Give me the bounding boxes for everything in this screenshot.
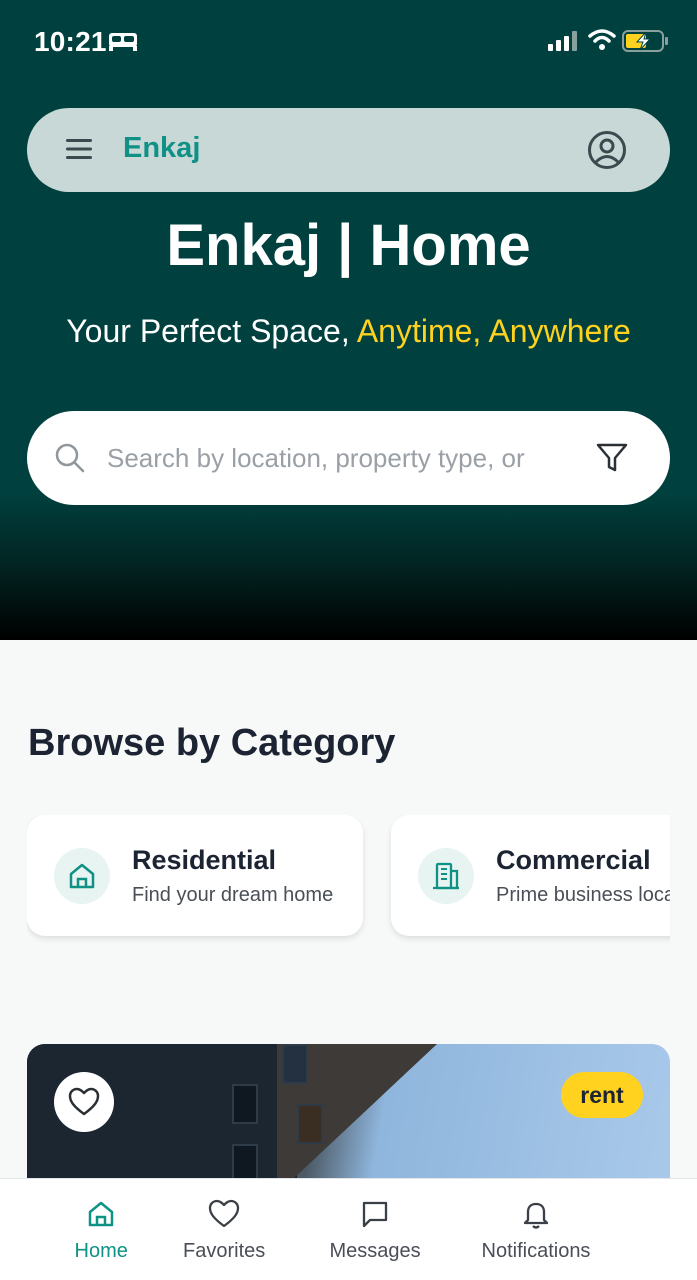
nav-label: Notifications: [481, 1240, 591, 1262]
category-title: Commercial: [496, 845, 651, 875]
brand-name: Enkaj: [123, 132, 201, 164]
tagline-text: Your Perfect Space,: [66, 313, 357, 349]
search-bar[interactable]: [27, 411, 670, 505]
category-description: Prime business locations: [496, 884, 670, 906]
chat-icon: [362, 1201, 388, 1228]
property-card[interactable]: rent: [27, 1044, 670, 1194]
nav-label: Messages: [329, 1240, 421, 1262]
page-title: Enkaj | Home: [166, 213, 531, 278]
heart-icon: [68, 1087, 100, 1116]
section-title: Browse by Category: [28, 722, 396, 764]
office-building-icon: [433, 862, 459, 890]
listing-type-badge: rent: [561, 1072, 643, 1118]
photo-window: [282, 1044, 308, 1084]
search-icon: [54, 442, 86, 479]
filter-icon[interactable]: [595, 441, 629, 480]
favorite-button[interactable]: [54, 1072, 114, 1132]
category-card-residential[interactable]: Residential Find your dream home: [27, 815, 363, 936]
category-card-commercial[interactable]: Commercial Prime business locations: [391, 815, 670, 936]
nav-notifications[interactable]: Notifications: [481, 1199, 591, 1263]
home-icon: [69, 863, 95, 889]
category-icon-bg: [54, 848, 110, 904]
status-time: 10:21: [34, 26, 107, 57]
user-profile-icon[interactable]: [587, 130, 627, 175]
nav-home[interactable]: Home: [75, 1199, 128, 1263]
category-carousel[interactable]: Residential Find your dream home Commerc…: [27, 815, 670, 950]
battery-charging-icon: [622, 29, 670, 58]
wifi-icon: [588, 29, 616, 56]
category-description: Find your dream home: [132, 884, 334, 906]
category-icon-bg: [418, 848, 474, 904]
nav-label: Favorites: [183, 1240, 266, 1262]
app-header: Enkaj: [27, 108, 670, 192]
nav-messages[interactable]: Messages: [330, 1199, 421, 1263]
bottom-navigation: Home Favorites Messages Notifications: [0, 1178, 697, 1280]
hero-section: 10:21 Enkaj Enkaj | Home Your Perfect Sp…: [0, 0, 697, 640]
bell-icon: [523, 1202, 549, 1229]
cellular-signal-icon: [548, 31, 580, 56]
category-title: Residential: [132, 845, 277, 875]
search-input[interactable]: [107, 433, 547, 483]
nav-label: Home: [74, 1240, 128, 1262]
home-icon: [88, 1201, 114, 1227]
bed-icon: [108, 30, 138, 57]
tagline-highlight: Anytime, Anywhere: [356, 313, 631, 349]
hamburger-menu-icon[interactable]: [65, 137, 93, 166]
hero-tagline: Your Perfect Space, Anytime, Anywhere: [0, 313, 697, 350]
photo-window: [297, 1104, 323, 1144]
photo-window: [232, 1084, 258, 1124]
heart-icon: [208, 1199, 240, 1228]
status-bar: 10:21: [0, 0, 697, 84]
nav-favorites[interactable]: Favorites: [183, 1199, 265, 1263]
